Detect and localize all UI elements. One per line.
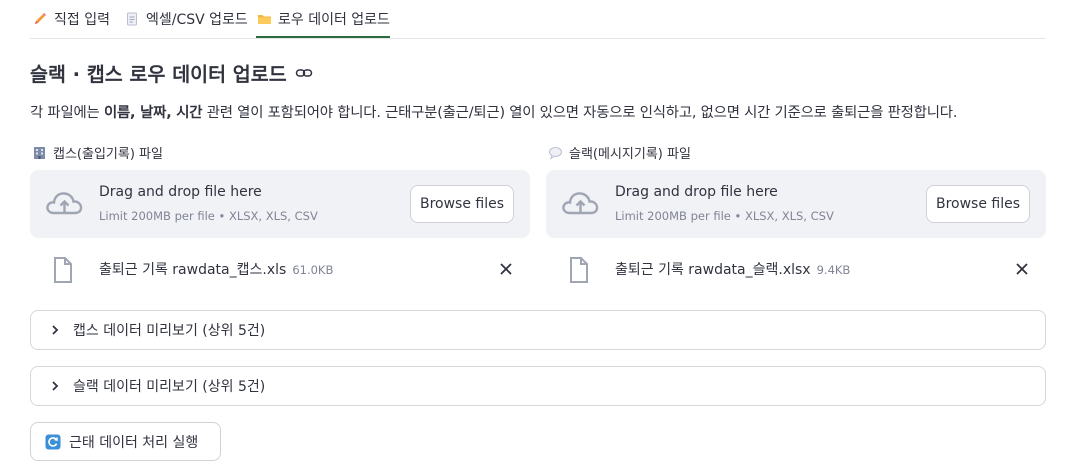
file-size: 61.0KB (292, 263, 334, 277)
file-name: 출퇴근 기록 rawdata_슬랙.xlsx 9.4KB (615, 259, 850, 279)
run-processing-button[interactable]: 근태 데이터 처리 실행 (30, 422, 221, 461)
close-icon[interactable] (498, 261, 514, 277)
tab-direct-input[interactable]: 직접 입력 (32, 0, 110, 37)
description-suffix: 관련 열이 포함되어야 합니다. 근태구분(출근/퇴근) 열이 있으면 자동으로… (202, 105, 958, 121)
dropzone-limit: Limit 200MB per file • XLSX, XLS, CSV (99, 209, 318, 223)
speech-bubble-icon (548, 145, 564, 161)
caps-dropzone[interactable]: Drag and drop file here Limit 200MB per … (30, 170, 530, 238)
folder-icon (256, 11, 272, 27)
file-name: 출퇴근 기록 rawdata_캡스.xls 61.0KB (99, 259, 333, 279)
cloud-upload-icon (44, 186, 84, 222)
tab-bar: 직접 입력 엑셀/CSV 업로드 로우 데이터 업로드 (30, 0, 1046, 39)
caps-file-label-text: 캡스(출입기록) 파일 (53, 147, 163, 162)
document-icon (124, 11, 140, 27)
tab-excel-csv-upload[interactable]: 엑셀/CSV 업로드 (124, 0, 248, 37)
chevron-right-icon (49, 380, 61, 392)
pencil-icon (32, 11, 48, 27)
caps-preview-expander[interactable]: 캡스 데이터 미리보기 (상위 5건) (30, 310, 1046, 350)
page-title: 슬랙 · 캡스 로우 데이터 업로드 (30, 58, 313, 87)
tab-label: 엑셀/CSV 업로드 (146, 11, 248, 28)
slack-file-label-text: 슬랙(메시지기록) 파일 (569, 147, 691, 162)
description-prefix: 각 파일에는 (30, 105, 104, 121)
dropzone-title: Drag and drop file here (99, 184, 262, 200)
file-icon (568, 256, 590, 284)
page-title-text: 슬랙 · 캡스 로우 데이터 업로드 (30, 63, 287, 86)
caps-uploaded-file: 출퇴근 기록 rawdata_캡스.xls 61.0KB (30, 252, 530, 288)
slack-browse-files-button[interactable]: Browse files (926, 185, 1030, 223)
dropzone-title: Drag and drop file here (615, 184, 778, 200)
description-bold: 이름, 날짜, 시간 (103, 105, 203, 121)
caps-file-label: 캡스(출입기록) 파일 (32, 143, 163, 162)
slack-preview-expander[interactable]: 슬랙 데이터 미리보기 (상위 5건) (30, 366, 1046, 406)
caps-browse-files-button[interactable]: Browse files (410, 185, 514, 223)
dropzone-limit: Limit 200MB per file • XLSX, XLS, CSV (615, 209, 834, 223)
slack-dropzone[interactable]: Drag and drop file here Limit 200MB per … (546, 170, 1046, 238)
tab-label: 로우 데이터 업로드 (278, 11, 390, 28)
file-name-text: 출퇴근 기록 rawdata_캡스.xls (99, 262, 287, 278)
file-icon (52, 256, 74, 284)
slack-file-label: 슬랙(메시지기록) 파일 (548, 143, 691, 162)
expander-label: 캡스 데이터 미리보기 (상위 5건) (73, 323, 266, 339)
chevron-right-icon (49, 324, 61, 336)
refresh-icon (45, 434, 61, 450)
file-size: 9.4KB (816, 263, 851, 277)
description: 각 파일에는 이름, 날짜, 시간 관련 열이 포함되어야 합니다. 근태구분(… (30, 101, 957, 122)
file-name-text: 출퇴근 기록 rawdata_슬랙.xlsx (615, 262, 811, 278)
cloud-upload-icon (560, 186, 600, 222)
expander-label: 슬랙 데이터 미리보기 (상위 5건) (73, 379, 266, 395)
close-icon[interactable] (1014, 261, 1030, 277)
tab-label: 직접 입력 (54, 11, 110, 28)
slack-uploaded-file: 출퇴근 기록 rawdata_슬랙.xlsx 9.4KB (546, 252, 1046, 288)
link-icon[interactable] (295, 64, 313, 82)
tab-raw-data-upload[interactable]: 로우 데이터 업로드 (256, 0, 390, 38)
building-icon (32, 145, 48, 161)
run-button-label: 근태 데이터 처리 실행 (69, 434, 199, 451)
